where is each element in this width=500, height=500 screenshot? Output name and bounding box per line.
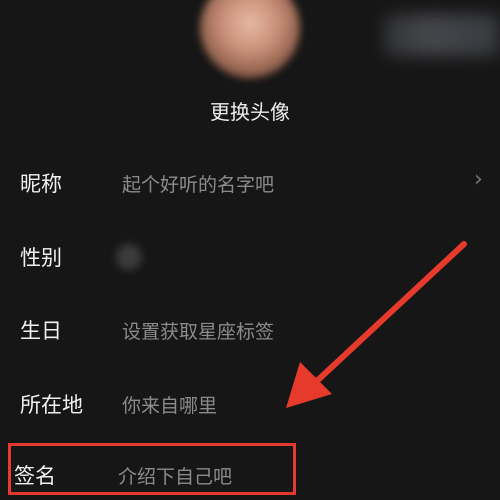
location-placeholder: 你来自哪里 xyxy=(122,395,218,417)
birthday-label: 生日 xyxy=(20,319,62,343)
nickname-placeholder: 起个好听的名字吧 xyxy=(122,174,275,196)
nickname-row[interactable]: 昵称 起个好听的名字吧 › xyxy=(0,160,500,210)
location-label: 所在地 xyxy=(20,393,83,417)
highlight-box xyxy=(8,443,296,495)
gender-row[interactable]: 性别 xyxy=(0,234,500,284)
avatar[interactable] xyxy=(200,0,300,78)
gender-label: 性别 xyxy=(20,246,62,270)
location-row[interactable]: 所在地 你来自哪里 xyxy=(0,381,500,431)
change-avatar-link[interactable]: 更换头像 xyxy=(0,96,500,125)
birthday-placeholder: 设置获取星座标签 xyxy=(122,321,275,343)
blurred-badge xyxy=(384,14,500,56)
birthday-row[interactable]: 生日 设置获取星座标签 xyxy=(0,307,500,357)
gender-value-blurred xyxy=(116,244,142,270)
chevron-right-icon: › xyxy=(474,167,483,192)
profile-edit-screen: 更换头像 昵称 起个好听的名字吧 › 性别 生日 设置获取星座标签 所在地 你来… xyxy=(0,0,500,500)
nickname-label: 昵称 xyxy=(20,172,62,196)
